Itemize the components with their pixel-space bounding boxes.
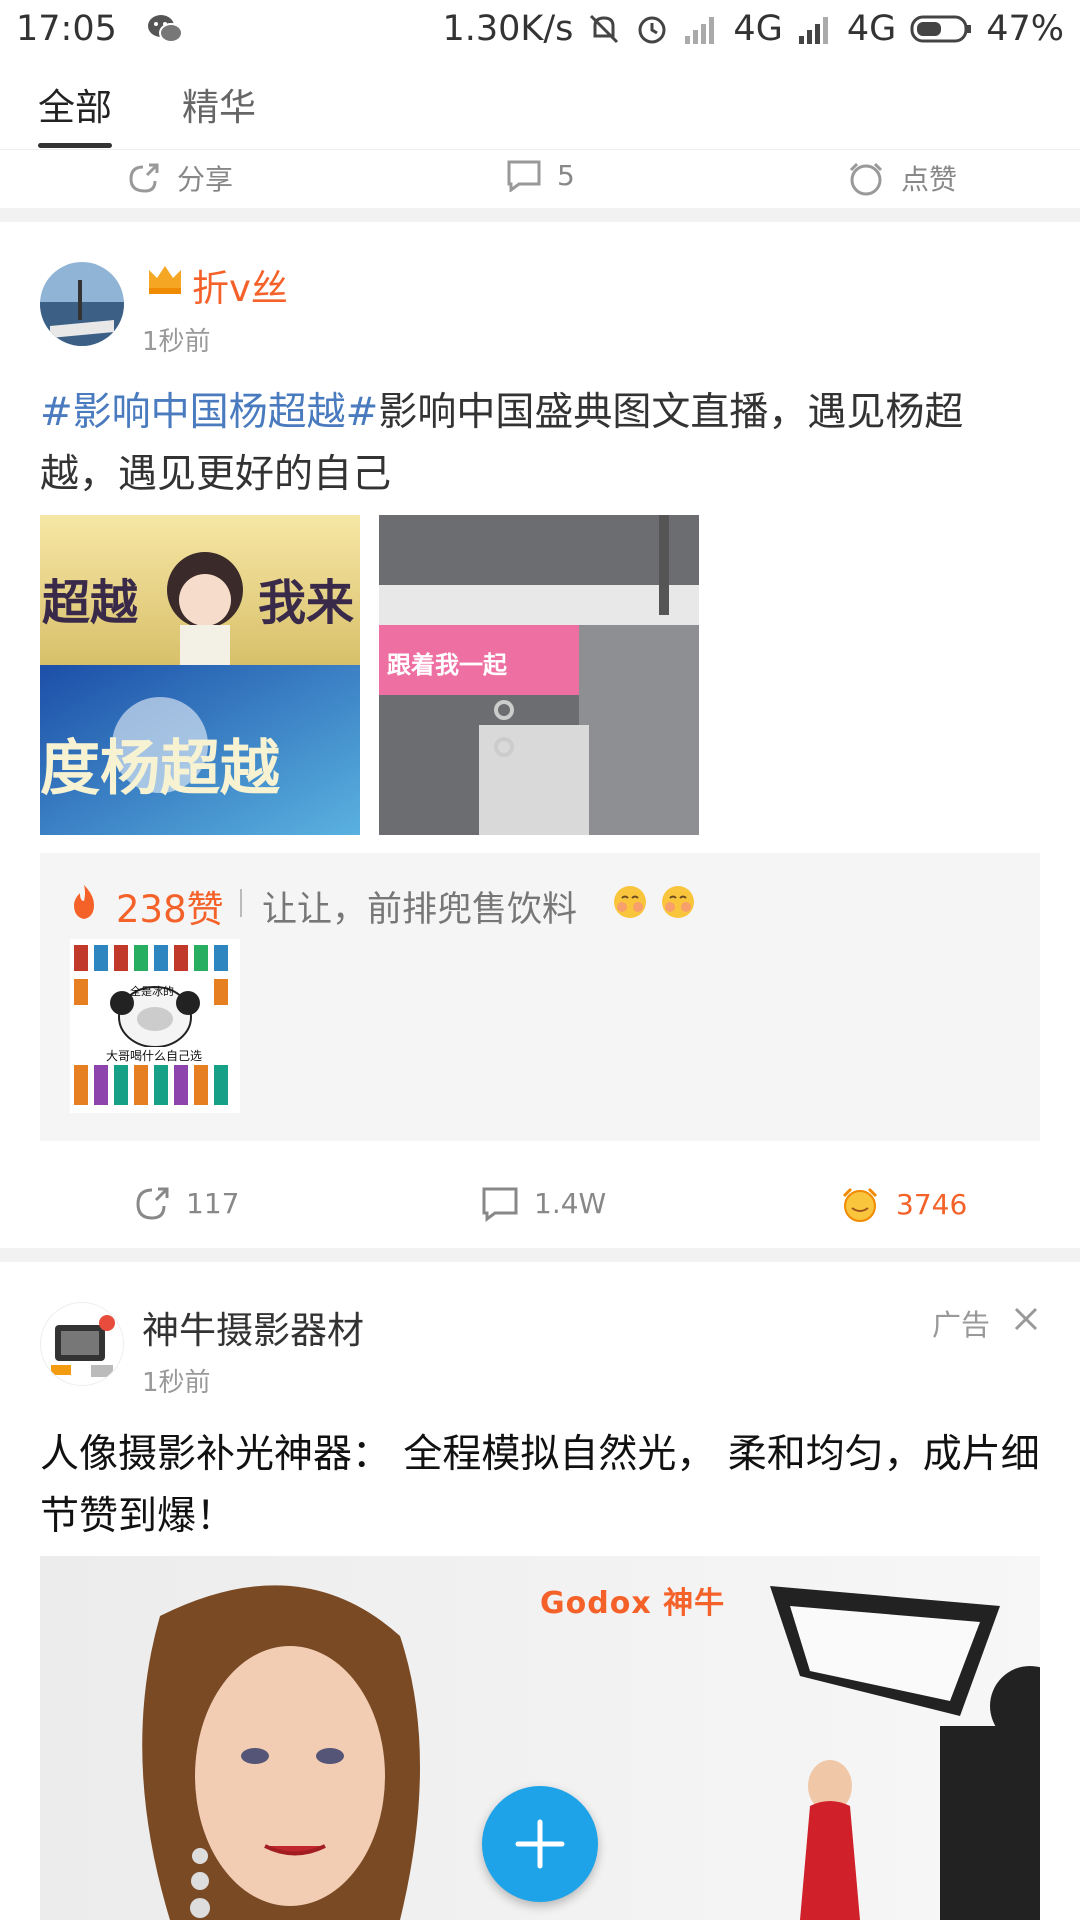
close-icon[interactable] [1012, 1305, 1040, 1337]
post-image-1[interactable]: 超越 我来 度杨超越 [40, 515, 360, 835]
battery-icon [910, 14, 972, 44]
hot-comment-sticker[interactable]: 全是冰的 大哥喝什么自己选 [70, 939, 240, 1113]
topic-link[interactable]: #影响中国杨超越# [40, 390, 378, 435]
comment-count: 5 [557, 158, 575, 192]
tab-all[interactable]: 全部 [38, 58, 112, 150]
comment-icon [482, 1187, 518, 1222]
image-text-3: 度杨超越 [40, 734, 280, 804]
comment-button[interactable]: 1.4W [480, 1184, 606, 1222]
hot-comment-divider [240, 889, 242, 917]
signal-icon-2 [797, 14, 833, 44]
post-action-bar: 117 1.4W 3746 [0, 1170, 1080, 1240]
battery-percent: 47% [986, 9, 1064, 49]
fire-icon [68, 883, 100, 925]
share-label: 分享 [177, 163, 234, 196]
image-text-1: 超越 [42, 575, 139, 631]
shy-emoji-icon [658, 881, 698, 925]
username[interactable]: 神牛摄影器材 [142, 1300, 364, 1354]
avatar[interactable] [40, 1302, 124, 1386]
like-icon [842, 1187, 878, 1222]
share-button[interactable]: 分享 [125, 158, 233, 198]
sticker-text-top: 全是冰的 [130, 985, 174, 998]
username[interactable]: 折v丝 [192, 258, 288, 312]
ad-label: 广告 [932, 1308, 991, 1342]
status-bar: 17:05 1.30K/s 4G 4G 47% [0, 0, 1080, 58]
alarm-icon [635, 12, 669, 46]
share-icon [129, 163, 159, 193]
image-text-2: 我来 [258, 575, 355, 631]
sticker-text-bottom: 大哥喝什么自己选 [106, 1047, 203, 1064]
tab-bar: 全部 精华 [0, 58, 1080, 150]
hot-comment-text: 让让，前排兜售饮料 [262, 890, 578, 930]
network-type-2: 4G [846, 9, 897, 49]
like-button[interactable]: 点赞 [845, 158, 957, 198]
repost-button[interactable]: 117 [132, 1184, 239, 1222]
hot-comment-likes: 238赞 [116, 888, 224, 931]
vip-crown-icon [145, 262, 185, 300]
compose-fab-button[interactable] [482, 1786, 598, 1902]
mute-icon [587, 12, 621, 46]
network-speed: 1.30K/s [442, 9, 574, 49]
feed-divider [0, 1248, 1080, 1262]
comment-icon [507, 160, 541, 192]
comment-button[interactable]: 5 [505, 158, 575, 192]
post-text: #影响中国杨超越#影响中国盛典图文直播，遇见杨超越，遇见更好的自己 [40, 382, 1040, 506]
repost-count: 117 [186, 1186, 240, 1220]
avatar[interactable] [40, 262, 124, 346]
like-icon [849, 162, 883, 196]
like-label: 点赞 [901, 163, 958, 196]
repost-icon [136, 1187, 169, 1220]
image-banner-text: 跟着我一起 [387, 651, 507, 679]
tab-featured[interactable]: 精华 [182, 58, 256, 150]
network-type-1: 4G [733, 9, 783, 49]
like-button[interactable]: 3746 [838, 1184, 967, 1224]
post-time: 1秒前 [142, 1368, 211, 1398]
ad-text: 人像摄影补光神器： 全程模拟自然光， 柔和均匀，成片细节赞到爆！ [40, 1432, 1040, 1539]
post-image-2[interactable]: 跟着我一起 [379, 515, 699, 835]
shy-emoji-icon [610, 881, 650, 925]
prev-post-action-bar: 分享 5 点赞 [0, 150, 1080, 212]
feed-divider [0, 208, 1080, 222]
wechat-icon [147, 13, 183, 45]
signal-icon-1 [683, 14, 719, 44]
like-count: 3746 [896, 1187, 968, 1221]
post-time: 1秒前 [142, 327, 211, 357]
clock: 17:05 [16, 9, 117, 49]
hot-comment-box[interactable]: 238赞 让让，前排兜售饮料 全是冰的 大哥喝什么自己选 [40, 853, 1040, 1141]
ad-brand-logo: Godox 神牛 [540, 1586, 726, 1621]
plus-icon [515, 1819, 565, 1869]
comment-count: 1.4W [534, 1186, 607, 1220]
